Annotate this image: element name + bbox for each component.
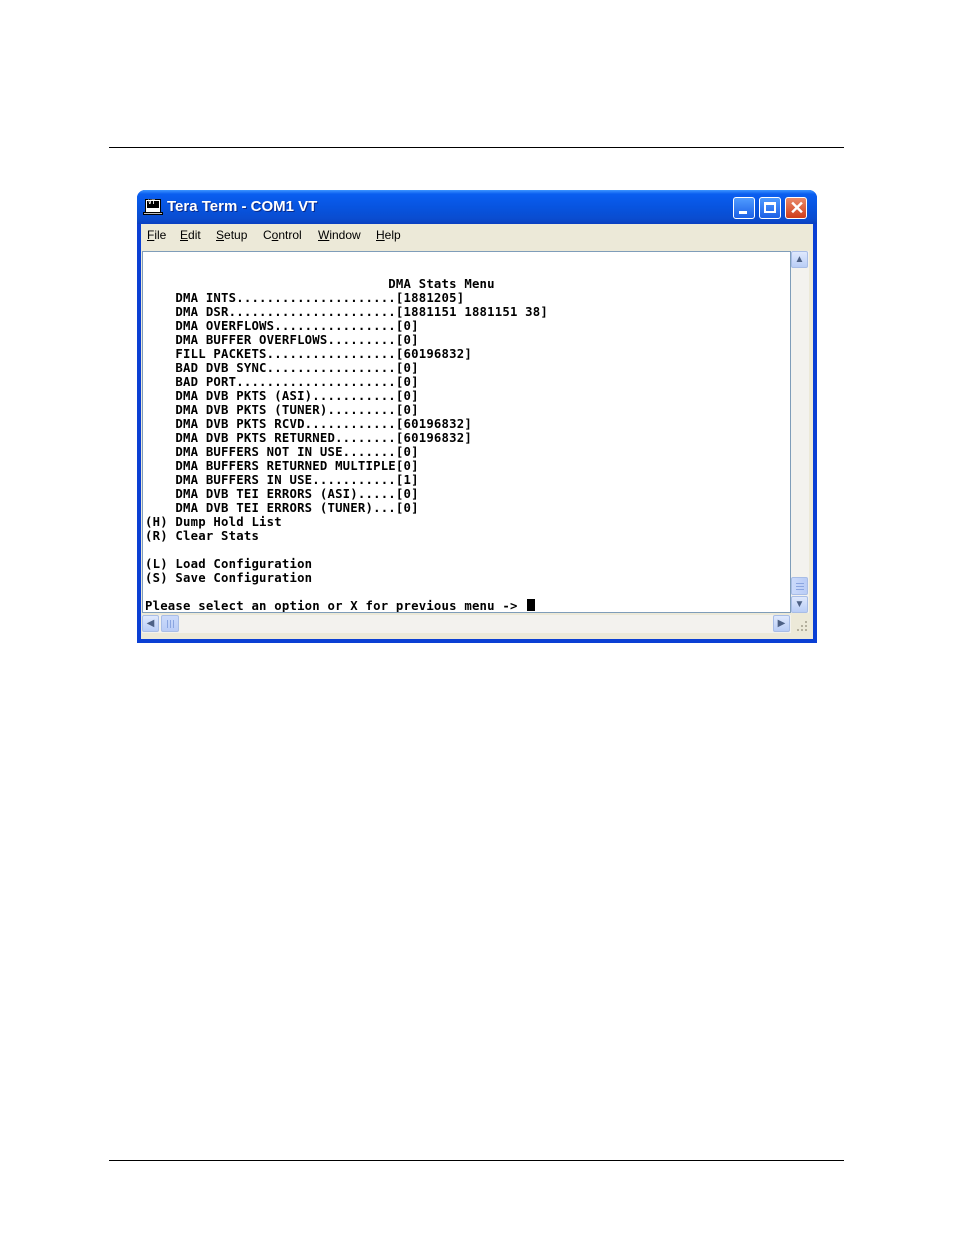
command-prompt: Please select an option or X for previou… — [145, 599, 526, 613]
stat-line: DMA DVB PKTS (ASI)...........[0] — [145, 389, 419, 403]
scroll-left-icon: ◀ — [146, 618, 155, 629]
terminal-screen[interactable]: DMA Stats Menu DMA INTS.................… — [142, 251, 791, 613]
menu-heading: DMA Stats Menu — [145, 277, 495, 291]
stat-line: FILL PACKETS.................[60196832] — [145, 347, 472, 361]
maximize-icon — [764, 202, 776, 213]
scroll-down-button[interactable]: ▼ — [791, 596, 808, 613]
menu-control[interactable]: Control — [263, 228, 302, 242]
page-top-rule — [109, 147, 844, 148]
scroll-right-icon: ▶ — [777, 618, 786, 629]
terminal-text: DMA Stats Menu DMA INTS.................… — [145, 277, 548, 613]
page-bottom-rule — [109, 1160, 844, 1161]
stat-line: DMA DVB PKTS RCVD............[60196832] — [145, 417, 472, 431]
vertical-scrollbar[interactable]: ▲ ▼ — [791, 251, 809, 613]
title-bar[interactable]: VT Tera Term - COM1 VT ✕ — [137, 190, 817, 224]
stat-line: BAD DVB SYNC.................[0] — [145, 361, 419, 375]
app-icon[interactable]: VT — [143, 199, 163, 215]
app-icon-label: VT — [148, 199, 156, 206]
stat-line: DMA DVB TEI ERRORS (TUNER)...[0] — [145, 501, 419, 515]
client-area: DMA Stats Menu DMA INTS.................… — [141, 248, 813, 639]
maximize-button[interactable] — [759, 197, 781, 219]
menu-setup[interactable]: Setup — [216, 228, 247, 242]
menu-edit[interactable]: Edit — [180, 228, 201, 242]
stat-line: DMA OVERFLOWS................[0] — [145, 319, 419, 333]
horizontal-scrollbar[interactable]: ◀ ▶ — [142, 615, 791, 633]
close-button[interactable]: ✕ — [785, 197, 807, 219]
scroll-up-icon: ▲ — [794, 254, 805, 265]
size-grip-icon[interactable] — [793, 617, 809, 633]
close-icon: ✕ — [789, 198, 805, 218]
stat-line: DMA BUFFERS NOT IN USE.......[0] — [145, 445, 419, 459]
stat-line: DMA DVB PKTS RETURNED........[60196832] — [145, 431, 472, 445]
option-line: (H) Dump Hold List — [145, 515, 282, 529]
text-cursor[interactable] — [527, 599, 536, 611]
window-title: Tera Term - COM1 VT — [167, 198, 318, 215]
scroll-right-button[interactable]: ▶ — [773, 615, 790, 632]
stat-line: DMA INTS.....................[1881205] — [145, 291, 465, 305]
minimize-icon — [739, 211, 747, 214]
menu-window[interactable]: Window — [318, 228, 361, 242]
option-line: (S) Save Configuration — [145, 571, 313, 585]
scroll-down-icon: ▼ — [794, 599, 805, 610]
menu-bar: File Edit Setup Control Window Help — [141, 224, 813, 248]
stat-line: DMA DVB TEI ERRORS (ASI).....[0] — [145, 487, 419, 501]
stat-line: DMA DSR......................[1881151 18… — [145, 305, 548, 319]
stat-line: DMA BUFFERS IN USE...........[1] — [145, 473, 419, 487]
option-line: (R) Clear Stats — [145, 529, 260, 543]
tera-term-window: VT Tera Term - COM1 VT ✕ File Edit Setup… — [137, 190, 817, 643]
stat-line: DMA BUFFERS RETURNED MULTIPLE[0] — [145, 459, 419, 473]
scroll-left-button[interactable]: ◀ — [142, 615, 159, 632]
option-line: (L) Load Configuration — [145, 557, 313, 571]
vertical-scroll-thumb[interactable] — [791, 577, 808, 595]
minimize-button[interactable] — [733, 197, 755, 219]
stat-line: BAD PORT.....................[0] — [145, 375, 419, 389]
stat-line: DMA DVB PKTS (TUNER).........[0] — [145, 403, 419, 417]
menu-help[interactable]: Help — [376, 228, 401, 242]
stat-line: DMA BUFFER OVERFLOWS.........[0] — [145, 333, 419, 347]
horizontal-scroll-thumb[interactable] — [161, 615, 179, 632]
scroll-up-button[interactable]: ▲ — [791, 251, 808, 268]
menu-file[interactable]: File — [147, 228, 166, 242]
